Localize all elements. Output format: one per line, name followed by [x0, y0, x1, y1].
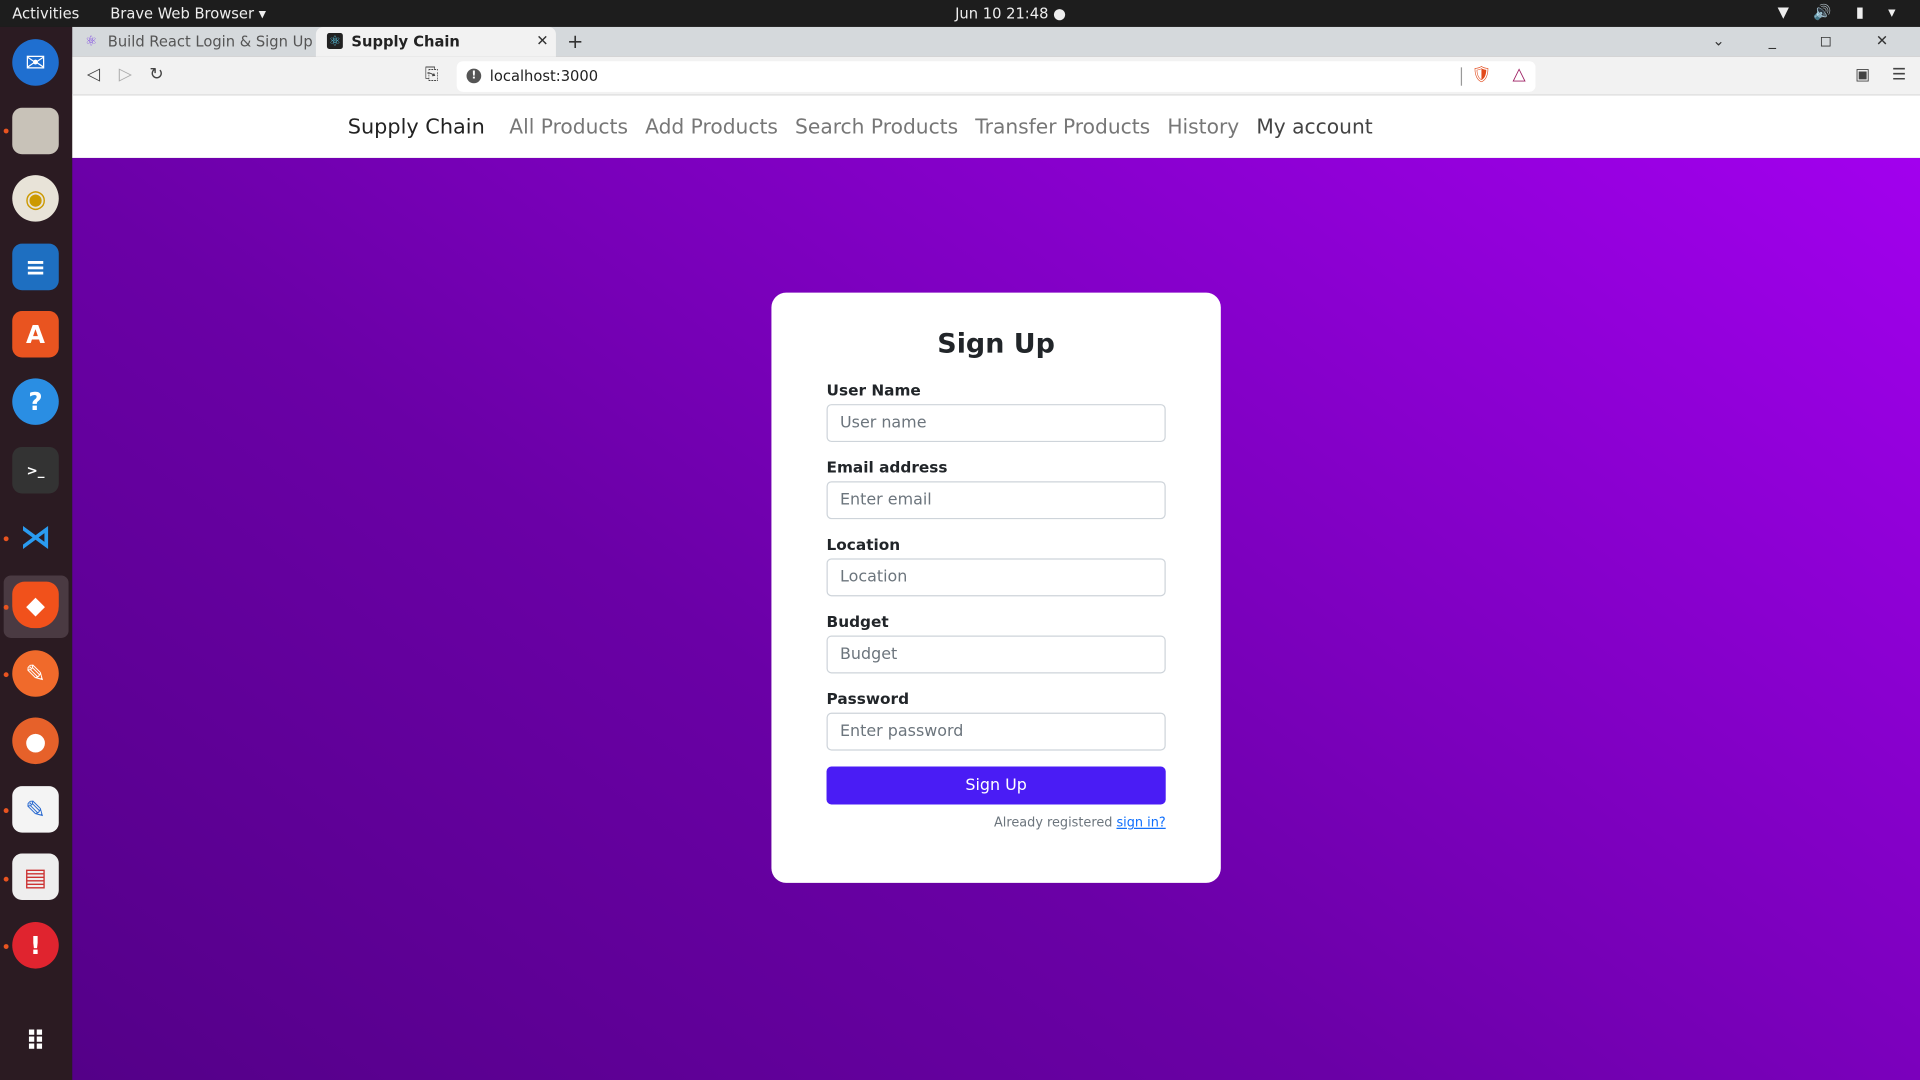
running-dot	[3, 876, 9, 882]
brave-rewards-icon[interactable]: △	[1513, 65, 1526, 85]
sign-in-link[interactable]: sign in?	[1116, 816, 1165, 831]
email-input[interactable]	[826, 481, 1166, 520]
password-label: Password	[826, 689, 910, 708]
tab-react-login[interactable]: ⚛ Build React Login & Sign Up UI	[72, 27, 312, 56]
bookmark-icon[interactable]: ⎘	[425, 65, 439, 85]
email-label: Email address	[826, 457, 948, 477]
nav-my-account[interactable]: My account	[1256, 115, 1372, 138]
divider	[1460, 67, 1463, 86]
signup-card: Sign Up User Name Email address Location…	[771, 292, 1221, 883]
running-dot	[3, 944, 9, 949]
files-icon[interactable]	[12, 107, 59, 155]
reload-icon[interactable]: ↻	[149, 65, 163, 85]
budget-label: Budget	[826, 612, 889, 631]
nav-search-products[interactable]: Search Products	[795, 115, 958, 138]
thunderbird-icon[interactable]: ✉	[12, 39, 59, 86]
app-grid-icon[interactable]: ⠿	[12, 1019, 59, 1066]
tab-strip: ⚛ Build React Login & Sign Up UI ⚛ Supply …	[72, 26, 1920, 57]
tab-title: Build React Login & Sign Up UI	[107, 33, 313, 51]
brave-shield-icon[interactable]: 🛡	[1471, 66, 1491, 84]
browser-toolbar: ◁ ▷ ↻ ⎘ ! localhost:3000 🛡 △ ▣ ☰	[72, 56, 1920, 96]
nav-add-products[interactable]: Add Products	[645, 115, 778, 138]
back-icon[interactable]: ◁	[87, 65, 100, 85]
nav-history[interactable]: History	[1167, 115, 1239, 138]
running-dot	[3, 672, 9, 678]
sign-up-button[interactable]: Sign Up	[826, 766, 1166, 805]
clock[interactable]: Jun 10 21:48 ●	[955, 5, 1066, 22]
budget-input[interactable]	[826, 635, 1166, 674]
writer-icon[interactable]: ≡	[12, 243, 59, 291]
new-tab-button[interactable]: +	[567, 29, 583, 52]
nav-all-products[interactable]: All Products	[509, 115, 628, 138]
rhythmbox-icon[interactable]: ◉	[12, 175, 59, 222]
running-dot	[3, 536, 9, 542]
reader-icon[interactable]: ▤	[12, 853, 59, 901]
help-icon[interactable]: ?	[12, 378, 59, 425]
forward-icon[interactable]: ▷	[119, 65, 132, 85]
tab-supply-chain[interactable]: ⚛ Supply Chain ✕	[315, 26, 556, 57]
signin-prompt: Already registered sign in?	[827, 816, 1166, 831]
firefox-icon[interactable]: ●	[12, 717, 59, 765]
text-editor-icon[interactable]: ✎	[12, 786, 59, 833]
navbar-brand[interactable]: Supply Chain	[348, 114, 485, 138]
address-bar[interactable]: ! localhost:3000 🛡 △	[456, 61, 1536, 92]
close-tab-icon[interactable]: ✕	[536, 32, 548, 49]
wallet-icon[interactable]: ▣	[1855, 66, 1870, 84]
username-input[interactable]	[826, 404, 1166, 443]
running-dot	[3, 808, 9, 814]
system-top-bar: Activities Brave Web Browser ▾ Jun 10 21…	[0, 0, 1920, 27]
system-tray[interactable]: ▼ 🔊 ▮ ▾	[1778, 4, 1906, 21]
tab-title: Supply Chain	[351, 33, 460, 51]
react-icon: ⚛	[85, 33, 98, 49]
username-label: User Name	[826, 380, 921, 400]
form-title: Sign Up	[937, 329, 1055, 361]
already-registered-text: Already registered	[993, 815, 1117, 831]
window-controls[interactable]: ⌄ _ ◻ ✕	[1712, 32, 1907, 49]
react-icon: ⚛	[326, 33, 343, 49]
password-input[interactable]	[826, 712, 1166, 751]
brave-icon[interactable]: ◆	[12, 581, 59, 629]
update-icon[interactable]: !	[12, 922, 59, 969]
running-dot	[3, 604, 9, 610]
terminal-icon[interactable]: >_	[12, 446, 59, 494]
menu-icon[interactable]: ☰	[1892, 66, 1906, 84]
nav-transfer-products[interactable]: Transfer Products	[975, 115, 1150, 138]
postman-icon[interactable]: ✎	[12, 650, 59, 697]
page-background: Sign Up User Name Email address Location…	[72, 157, 1920, 1080]
site-info-icon[interactable]: !	[466, 68, 482, 84]
url-text[interactable]: localhost:3000	[490, 67, 598, 84]
browser-window: ⚛ Build React Login & Sign Up UI ⚛ Supply …	[72, 26, 1920, 1080]
vscode-icon[interactable]: ⋊	[12, 514, 59, 561]
software-icon[interactable]: A	[12, 311, 59, 358]
location-label: Location	[826, 535, 901, 554]
location-input[interactable]	[826, 558, 1166, 597]
app-menu[interactable]: Brave Web Browser ▾	[110, 5, 266, 22]
navbar: Supply Chain All Products Add Products S…	[72, 95, 1920, 158]
activities-button[interactable]: Activities	[12, 5, 79, 22]
dock: ✉ ◉ ≡ A ? >_ ⋊ ◆ ✎ ● ✎ ▤ ! ⠿	[0, 26, 73, 1080]
web-page: Supply Chain All Products Add Products S…	[72, 95, 1920, 1080]
running-dot	[3, 128, 9, 134]
